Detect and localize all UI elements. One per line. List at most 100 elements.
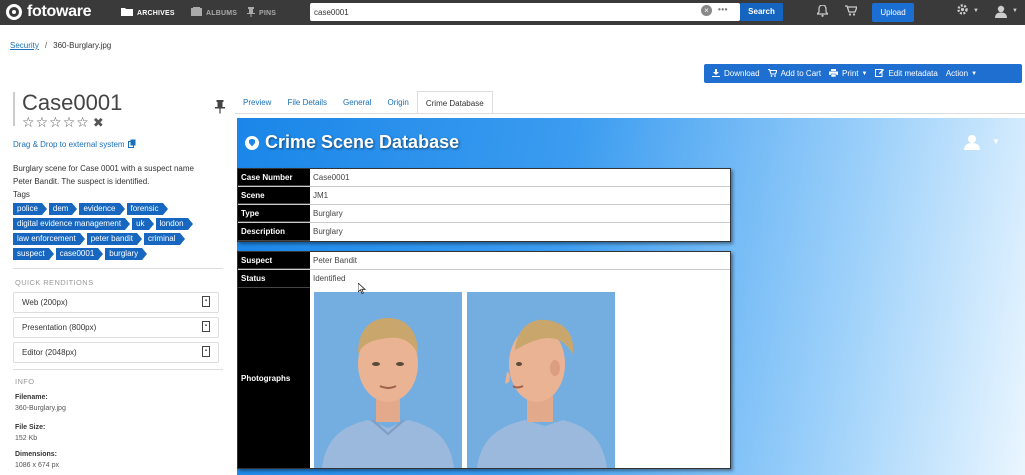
pin-asset-icon[interactable]: [215, 100, 225, 117]
clear-rating-icon[interactable]: ✖: [93, 115, 105, 131]
tab-origin[interactable]: Origin: [380, 91, 417, 114]
star-icon[interactable]: ☆: [76, 114, 90, 131]
tag-chip[interactable]: law enforcement: [13, 233, 85, 245]
asset-action-bar: Download Add to Cart Print ▼ Edit metada…: [704, 64, 1022, 83]
db-field-label: Description: [238, 223, 310, 241]
drag-drop-label: Drag & Drop to external system: [13, 140, 125, 149]
fotoware-logo[interactable]: fotoware: [6, 3, 92, 21]
mouse-cursor-icon: [357, 282, 367, 297]
tags-list: police dem evidence forensic digital evidenc…: [13, 203, 223, 263]
tag-chip[interactable]: criminal: [143, 233, 185, 245]
settings-gear-icon[interactable]: [956, 3, 969, 19]
crime-db-user-icon[interactable]: [964, 134, 980, 155]
tag-chip[interactable]: peter bandit: [86, 233, 143, 245]
action-label: Action: [945, 69, 969, 78]
photographs-label: Photographs: [238, 288, 310, 468]
tab-preview[interactable]: Preview: [235, 91, 279, 114]
user-chevron-down-icon[interactable]: ▼: [1012, 8, 1018, 14]
db-row: Scene JM1: [238, 187, 730, 205]
divider: [13, 268, 223, 269]
crime-db-title: Crime Scene Database: [265, 132, 460, 152]
rendition-label: Web (200px): [22, 298, 68, 307]
rendition-editor[interactable]: Editor (2048px) ▪: [13, 342, 219, 363]
pin-icon: [247, 6, 255, 20]
tab-general[interactable]: General: [335, 91, 379, 114]
star-icon[interactable]: ☆: [22, 114, 36, 131]
rendition-presentation[interactable]: Presentation (800px) ▪: [13, 317, 219, 338]
breadcrumb-separator: /: [44, 41, 48, 50]
download-image-icon: ▪: [202, 321, 210, 332]
star-icon[interactable]: ☆: [49, 114, 63, 131]
notifications-bell-icon[interactable]: [815, 4, 830, 20]
cart-icon[interactable]: [845, 5, 858, 19]
asset-description: Burglary scene for Case 0001 with a susp…: [13, 164, 194, 186]
db-field-value: JM1: [313, 191, 329, 200]
folder-icon: [121, 7, 133, 19]
db-field-value: Burglary: [313, 209, 343, 218]
db-field-value: Identified: [313, 274, 346, 283]
upload-button[interactable]: Upload: [872, 3, 914, 22]
breadcrumb-security-link[interactable]: Security: [10, 41, 39, 50]
logo-text: fotoware: [27, 3, 92, 20]
db-field-label: Status: [238, 270, 310, 288]
tag-chip[interactable]: london: [155, 218, 193, 230]
print-button[interactable]: Print ▼: [829, 68, 868, 79]
search-input[interactable]: [314, 5, 694, 19]
info-heading: INFO: [15, 377, 35, 386]
album-icon: [191, 7, 202, 19]
tag-chip[interactable]: dem: [48, 203, 77, 215]
photographs-row: Photographs: [238, 288, 730, 468]
nav-archives[interactable]: ARCHIVES: [121, 5, 175, 21]
tag-chip[interactable]: forensic: [126, 203, 168, 215]
rendition-web[interactable]: Web (200px) ▪: [13, 292, 219, 313]
download-label: Download: [724, 69, 760, 78]
download-button[interactable]: Download: [712, 68, 760, 79]
printer-icon: [829, 68, 839, 79]
search-box: [310, 3, 740, 21]
print-label: Print: [842, 69, 859, 78]
tag-chip[interactable]: suspect: [13, 248, 54, 260]
tag-chip[interactable]: case0001: [55, 248, 103, 260]
tag-chip[interactable]: burglary: [105, 248, 148, 260]
tag-chip[interactable]: evidence: [79, 203, 125, 215]
drag-drop-external-link[interactable]: Drag & Drop to external system: [13, 139, 136, 150]
clear-search-icon[interactable]: ×: [701, 5, 712, 16]
breadcrumb: Security / 360-Burglary.jpg: [10, 41, 111, 50]
star-rating[interactable]: ☆ ☆ ☆ ☆ ☆ ✖: [22, 114, 105, 131]
tag-chip[interactable]: police: [13, 203, 47, 215]
db-field-label: Suspect: [238, 252, 310, 269]
nav-pins[interactable]: PINS: [247, 5, 276, 21]
rendition-label: Editor (2048px): [22, 348, 77, 357]
tag-chip[interactable]: digital evidence management: [13, 218, 131, 230]
star-icon[interactable]: ☆: [36, 114, 50, 131]
asset-title: Case0001: [22, 90, 123, 115]
tab-file-details[interactable]: File Details: [279, 91, 335, 114]
crime-db-chevron-down-icon[interactable]: ▼: [992, 137, 1000, 146]
case-details-table: Case Number Case0001 Scene JM1 Type Burglary D…: [237, 168, 731, 242]
tag-chip[interactable]: uk: [132, 218, 155, 230]
nav-albums[interactable]: ALBUMS: [191, 5, 237, 21]
download-image-icon: ▪: [202, 346, 210, 357]
print-chevron-down-icon: ▼: [861, 70, 868, 77]
tags-label: Tags: [13, 190, 30, 199]
add-to-cart-button[interactable]: Add to Cart: [767, 68, 821, 79]
tab-crime-database[interactable]: Crime Database: [416, 91, 493, 114]
filename-label: Filename:: [15, 394, 48, 401]
suspect-photo-front[interactable]: [314, 292, 462, 468]
suspect-details-table: Suspect Peter Bandit Status Identified Phot…: [237, 251, 731, 469]
download-icon: [712, 68, 720, 79]
user-avatar-icon[interactable]: [995, 5, 1007, 23]
action-menu-button[interactable]: Action ▼: [946, 69, 977, 78]
nav-archives-label: ARCHIVES: [137, 9, 175, 17]
settings-chevron-down-icon[interactable]: ▼: [973, 8, 979, 14]
dimensions-value: 1086 x 674 px: [15, 462, 59, 469]
star-icon[interactable]: ☆: [63, 114, 77, 131]
db-field-label: Scene: [238, 187, 310, 204]
search-button[interactable]: Search: [740, 3, 783, 21]
shield-icon: [245, 135, 259, 150]
edit-metadata-button[interactable]: Edit metadata: [875, 68, 938, 79]
nav-pins-label: PINS: [259, 9, 277, 17]
rendition-label: Presentation (800px): [22, 323, 97, 332]
search-options-icon[interactable]: •••: [718, 5, 728, 14]
suspect-photo-profile[interactable]: [467, 292, 615, 468]
